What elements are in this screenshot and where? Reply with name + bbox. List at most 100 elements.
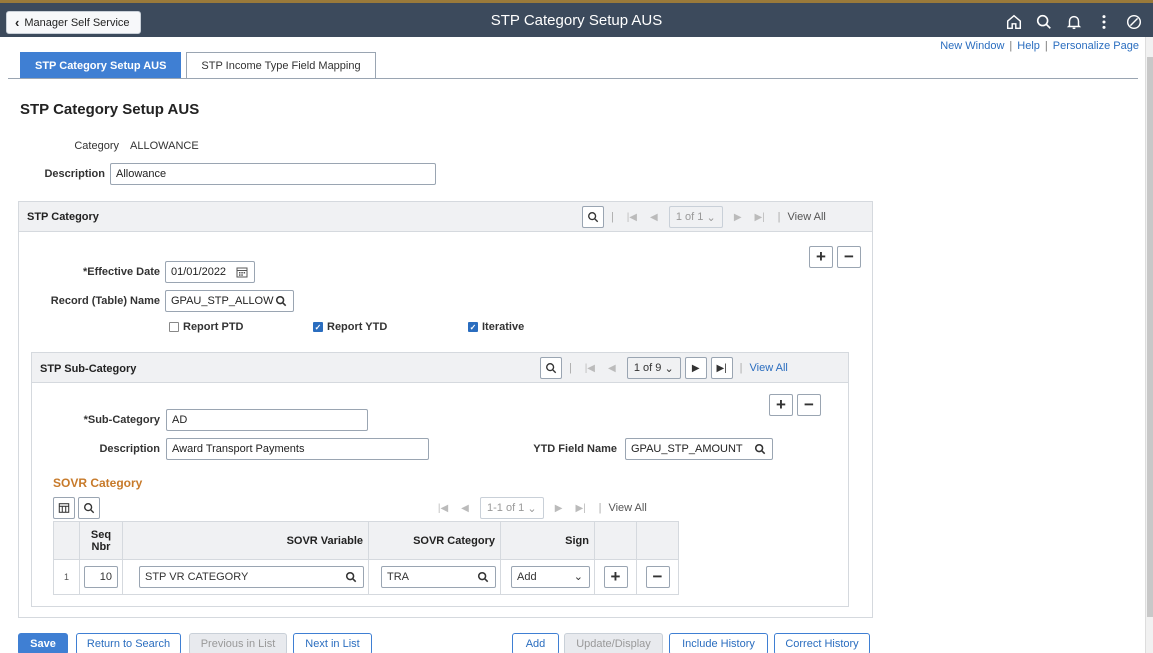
- stp-sub-category-nav: | |◀ ◀ 1 of 9 ⌄ ▶ ▶| | View All: [540, 357, 788, 379]
- sovr-category-grid: Seq Nbr SOVR Variable SOVR Category Sign…: [53, 521, 679, 595]
- delete-sub-category-button[interactable]: −: [797, 394, 821, 416]
- last-row-icon[interactable]: ▶|: [749, 206, 771, 228]
- more-vertical-icon[interactable]: [1089, 9, 1119, 35]
- add-sub-category-button[interactable]: +: [769, 394, 793, 416]
- next-row-icon[interactable]: ▶: [727, 206, 749, 228]
- new-window-link[interactable]: New Window: [940, 40, 1004, 52]
- first-row-icon[interactable]: |◀: [579, 357, 601, 379]
- sovr-view-all[interactable]: View All: [608, 502, 646, 514]
- compass-icon[interactable]: [1119, 9, 1149, 35]
- app-title: STP Category Setup AUS: [490, 12, 663, 29]
- seq-nbr-header: Seq Nbr: [79, 521, 123, 560]
- stp-category-pager[interactable]: 1 of 1 ⌄: [668, 206, 723, 228]
- personalize-page-link[interactable]: Personalize Page: [1053, 40, 1139, 52]
- sub-category-input[interactable]: AD: [166, 409, 368, 431]
- search-icon[interactable]: [78, 497, 100, 519]
- chevron-down-icon: ⌄: [664, 362, 674, 375]
- next-in-list-button[interactable]: Next in List: [293, 633, 372, 653]
- sub-description-label: Description: [99, 443, 160, 455]
- delete-row-button[interactable]: −: [837, 246, 861, 268]
- search-icon[interactable]: [1029, 9, 1059, 35]
- previous-row-icon[interactable]: ◀: [601, 357, 623, 379]
- category-value: ALLOWANCE: [130, 140, 199, 152]
- stp-sub-category-pager[interactable]: 1 of 9 ⌄: [626, 357, 681, 379]
- home-icon[interactable]: [999, 9, 1029, 35]
- back-button-label: Manager Self Service: [24, 16, 130, 29]
- previous-row-icon[interactable]: ◀: [454, 497, 476, 519]
- sovr-variable-input[interactable]: STP VR CATEGORY: [139, 566, 364, 588]
- effective-date-input[interactable]: 01/01/2022: [165, 261, 255, 283]
- iterative-box[interactable]: ✓: [468, 322, 478, 332]
- report-ptd-box[interactable]: [169, 322, 179, 332]
- sovr-grid-nav: |◀ ◀ 1-1 of 1 ⌄ ▶ ▶| | View All: [432, 497, 647, 519]
- tab-stp-income-type-field-mapping[interactable]: STP Income Type Field Mapping: [186, 52, 376, 78]
- tab-divider: [8, 78, 1138, 79]
- add-row-button[interactable]: +: [809, 246, 833, 268]
- iterative-checkbox[interactable]: ✓ Iterative: [468, 321, 524, 333]
- stp-category-title: STP Category: [27, 211, 99, 223]
- next-row-icon[interactable]: ▶: [548, 497, 570, 519]
- search-icon[interactable]: [582, 206, 604, 228]
- lookup-search-icon[interactable]: [345, 571, 357, 583]
- table-row: 1 10 STP VR CATEGORY TRA Add ⌄ + −: [53, 559, 679, 595]
- lookup-search-icon[interactable]: [477, 571, 489, 583]
- lookup-search-icon[interactable]: [754, 443, 766, 455]
- row-number: 1: [53, 559, 80, 595]
- sovr-category-title: SOVR Category: [53, 476, 143, 490]
- save-button[interactable]: Save: [18, 633, 68, 653]
- previous-row-icon[interactable]: ◀: [643, 206, 665, 228]
- sovr-pager[interactable]: 1-1 of 1 ⌄: [480, 497, 544, 519]
- tab-stp-category-setup[interactable]: STP Category Setup AUS: [20, 52, 182, 78]
- previous-in-list-button[interactable]: Previous in List: [189, 633, 287, 653]
- first-row-icon[interactable]: |◀: [621, 206, 643, 228]
- stp-category-header: STP Category | |◀ ◀ 1 of 1 ⌄ ▶ ▶| | View…: [19, 202, 872, 232]
- search-icon[interactable]: [540, 357, 562, 379]
- chevron-down-icon: ⌄: [573, 571, 583, 583]
- report-ytd-box[interactable]: ✓: [313, 322, 323, 332]
- delete-sovr-row-button[interactable]: −: [645, 566, 670, 588]
- next-row-icon[interactable]: ▶: [684, 357, 707, 379]
- first-row-icon[interactable]: |◀: [432, 497, 454, 519]
- last-row-icon[interactable]: ▶|: [710, 357, 733, 379]
- scrollbar-thumb[interactable]: [1147, 57, 1153, 617]
- page-scrollbar[interactable]: [1145, 37, 1153, 653]
- sub-category-label: *Sub-Category: [83, 414, 160, 426]
- add-sovr-row-button[interactable]: +: [603, 566, 628, 588]
- add-col-header: [594, 521, 637, 560]
- return-to-search-button[interactable]: Return to Search: [76, 633, 181, 653]
- utility-links: New Window | Help | Personalize Page: [940, 40, 1139, 52]
- description-label: Description: [44, 168, 105, 180]
- help-link[interactable]: Help: [1017, 40, 1040, 52]
- add-button[interactable]: Add: [512, 633, 559, 653]
- report-ytd-checkbox[interactable]: ✓ Report YTD: [313, 321, 387, 333]
- record-table-name-input[interactable]: GPAU_STP_ALLOW: [165, 290, 294, 312]
- chevron-down-icon: ⌄: [527, 502, 537, 515]
- top-banner: ‹ Manager Self Service STP Category Setu…: [0, 0, 1153, 37]
- sovr-category-header: SOVR Category: [368, 521, 501, 560]
- ytd-field-name-input[interactable]: GPAU_STP_AMOUNT: [625, 438, 773, 460]
- back-button[interactable]: ‹ Manager Self Service: [6, 11, 141, 34]
- correct-history-button[interactable]: Correct History: [774, 633, 870, 653]
- header-icons: [999, 9, 1149, 35]
- sign-select[interactable]: Add ⌄: [511, 566, 590, 588]
- sovr-category-input[interactable]: TRA: [381, 566, 496, 588]
- last-row-icon[interactable]: ▶|: [570, 497, 592, 519]
- seq-nbr-input[interactable]: 10: [84, 566, 118, 588]
- sovr-grid-tools: [53, 497, 100, 519]
- lookup-search-icon[interactable]: [275, 295, 287, 307]
- update-display-button[interactable]: Update/Display: [564, 633, 663, 653]
- sub-description-input[interactable]: Award Transport Payments: [166, 438, 429, 460]
- category-label: Category: [74, 140, 119, 152]
- stp-sub-category-view-all[interactable]: View All: [750, 362, 788, 374]
- page-tabs: STP Category Setup AUS STP Income Type F…: [20, 52, 381, 78]
- include-history-button[interactable]: Include History: [669, 633, 768, 653]
- sign-header: Sign: [500, 521, 595, 560]
- stp-sub-category-title: STP Sub-Category: [40, 363, 137, 375]
- description-input[interactable]: Allowance: [110, 163, 436, 185]
- chevron-left-icon: ‹: [15, 15, 20, 30]
- bell-icon[interactable]: [1059, 9, 1089, 35]
- calendar-icon[interactable]: [236, 266, 248, 278]
- stp-category-view-all[interactable]: View All: [788, 211, 826, 223]
- report-ptd-checkbox[interactable]: Report PTD: [169, 321, 244, 333]
- grid-personalize-icon[interactable]: [53, 497, 75, 519]
